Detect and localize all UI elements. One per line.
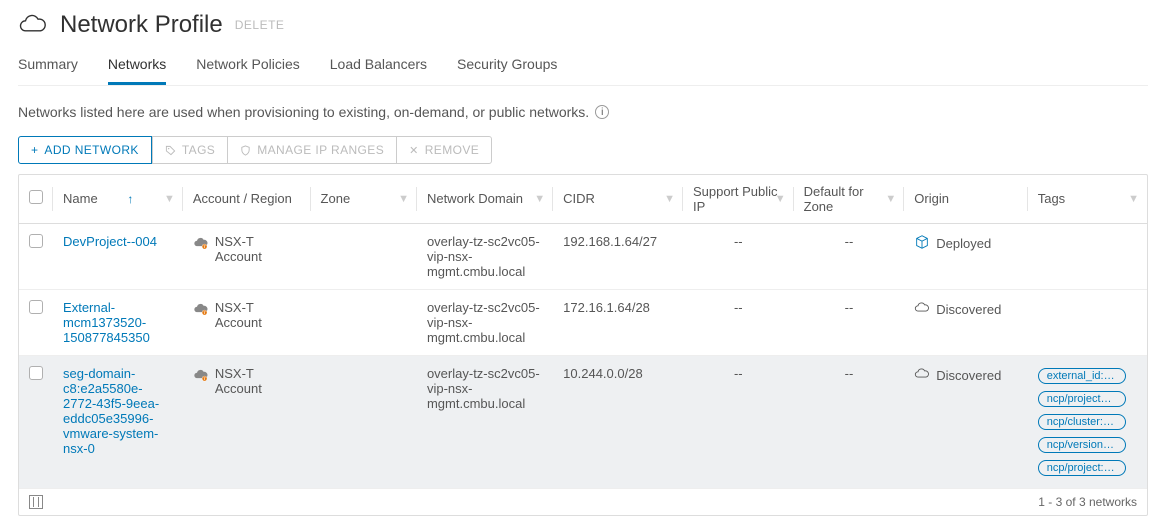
tag-chip[interactable]: ncp/project:v... bbox=[1038, 460, 1126, 476]
default-for-zone-cell: -- bbox=[794, 355, 905, 488]
tab-summary[interactable]: Summary bbox=[18, 50, 78, 85]
discovered-icon bbox=[914, 366, 930, 385]
support-public-ip-cell: -- bbox=[683, 223, 794, 289]
default-for-zone-cell: -- bbox=[794, 289, 905, 355]
table-row[interactable]: External-mcm1373520-150877845350 T NSX-T A… bbox=[19, 289, 1147, 355]
row-checkbox[interactable] bbox=[29, 366, 43, 380]
col-network-domain[interactable]: Network Domain▼ bbox=[417, 175, 553, 223]
origin-text: Discovered bbox=[936, 368, 1001, 383]
cloud-icon bbox=[18, 10, 48, 40]
tabs: Summary Networks Network Policies Load Bala… bbox=[18, 50, 1148, 86]
tag-chip[interactable]: ncp/version:1.... bbox=[1038, 437, 1126, 453]
table-row[interactable]: seg-domain-c8:e2a5580e-2772-43f5-9eea-ed… bbox=[19, 355, 1147, 488]
filter-icon[interactable]: ▼ bbox=[775, 193, 786, 205]
col-cidr[interactable]: CIDR▼ bbox=[553, 175, 683, 223]
col-name[interactable]: Name ↑ ▼ bbox=[53, 175, 183, 223]
nsx-t-account-icon: T bbox=[193, 300, 209, 320]
delete-button[interactable]: DELETE bbox=[235, 18, 285, 32]
filter-icon[interactable]: ▼ bbox=[164, 193, 175, 205]
column-picker-button[interactable] bbox=[29, 495, 43, 509]
remove-button: ✕ REMOVE bbox=[396, 136, 492, 164]
filter-icon[interactable]: ▼ bbox=[885, 193, 896, 205]
network-domain-cell: overlay-tz-sc2vc05-vip-nsx-mgmt.cmbu.loc… bbox=[417, 223, 553, 289]
account-name: NSX-T Account bbox=[215, 300, 301, 330]
select-all-checkbox[interactable] bbox=[29, 190, 43, 204]
toolbar: + ADD NETWORK TAGS MANAGE IP RANGES ✕ RE… bbox=[18, 136, 1148, 164]
deployed-icon bbox=[914, 234, 930, 253]
page-title: Network Profile bbox=[60, 11, 223, 39]
nsx-t-account-icon: T bbox=[193, 234, 209, 254]
filter-icon[interactable]: ▼ bbox=[398, 193, 409, 205]
zone-cell bbox=[311, 355, 417, 488]
table-row[interactable]: DevProject--004 T NSX-T Account overlay-tz-… bbox=[19, 223, 1147, 289]
sort-asc-icon: ↑ bbox=[127, 192, 133, 206]
tab-networks[interactable]: Networks bbox=[108, 50, 166, 85]
info-icon[interactable]: i bbox=[595, 105, 609, 119]
account-name: NSX-T Account bbox=[215, 234, 301, 264]
network-domain-cell: overlay-tz-sc2vc05-vip-nsx-mgmt.cmbu.loc… bbox=[417, 289, 553, 355]
support-public-ip-cell: -- bbox=[683, 289, 794, 355]
discovered-icon bbox=[914, 300, 930, 319]
origin-text: Discovered bbox=[936, 302, 1001, 317]
tag-chip[interactable]: ncp/project_u... bbox=[1038, 391, 1126, 407]
tag-chip[interactable]: external_id:8... bbox=[1038, 368, 1126, 384]
zone-cell bbox=[311, 289, 417, 355]
tab-security-groups[interactable]: Security Groups bbox=[457, 50, 557, 85]
cidr-cell: 172.16.1.64/28 bbox=[553, 289, 683, 355]
network-name-link[interactable]: DevProject--004 bbox=[63, 234, 157, 249]
col-tags[interactable]: Tags▼ bbox=[1028, 175, 1147, 223]
default-for-zone-cell: -- bbox=[794, 223, 905, 289]
networks-grid: Name ↑ ▼ Account / Region Zone▼ Network … bbox=[18, 174, 1148, 516]
manage-ip-ranges-button: MANAGE IP RANGES bbox=[227, 136, 396, 164]
plus-icon: + bbox=[31, 143, 38, 157]
network-domain-cell: overlay-tz-sc2vc05-vip-nsx-mgmt.cmbu.loc… bbox=[417, 355, 553, 488]
shield-icon bbox=[240, 145, 251, 156]
tags-button: TAGS bbox=[152, 136, 227, 164]
col-zone[interactable]: Zone▼ bbox=[311, 175, 417, 223]
nsx-t-account-icon: T bbox=[193, 366, 209, 386]
add-network-button[interactable]: + ADD NETWORK bbox=[18, 136, 152, 164]
network-name-link[interactable]: seg-domain-c8:e2a5580e-2772-43f5-9eea-ed… bbox=[63, 366, 159, 456]
close-icon: ✕ bbox=[409, 144, 419, 157]
row-checkbox[interactable] bbox=[29, 300, 43, 314]
support-public-ip-cell: -- bbox=[683, 355, 794, 488]
col-origin[interactable]: Origin bbox=[904, 175, 1027, 223]
cidr-cell: 10.244.0.0/28 bbox=[553, 355, 683, 488]
pagination-text: 1 - 3 of 3 networks bbox=[1038, 495, 1137, 509]
col-account[interactable]: Account / Region bbox=[183, 175, 311, 223]
cidr-cell: 192.168.1.64/27 bbox=[553, 223, 683, 289]
tag-chip[interactable]: ncp/cluster:d... bbox=[1038, 414, 1126, 430]
row-checkbox[interactable] bbox=[29, 234, 43, 248]
col-support-public-ip[interactable]: Support Public IP▼ bbox=[683, 175, 794, 223]
filter-icon[interactable]: ▼ bbox=[534, 193, 545, 205]
tab-network-policies[interactable]: Network Policies bbox=[196, 50, 299, 85]
filter-icon[interactable]: ▼ bbox=[664, 193, 675, 205]
network-name-link[interactable]: External-mcm1373520-150877845350 bbox=[63, 300, 150, 345]
col-default-for-zone[interactable]: Default for Zone▼ bbox=[794, 175, 905, 223]
tab-load-balancers[interactable]: Load Balancers bbox=[330, 50, 427, 85]
networks-description: Networks listed here are used when provi… bbox=[18, 104, 589, 120]
origin-text: Deployed bbox=[936, 236, 991, 251]
tag-icon bbox=[165, 145, 176, 156]
account-name: NSX-T Account bbox=[215, 366, 301, 396]
zone-cell bbox=[311, 223, 417, 289]
filter-icon[interactable]: ▼ bbox=[1128, 193, 1139, 205]
